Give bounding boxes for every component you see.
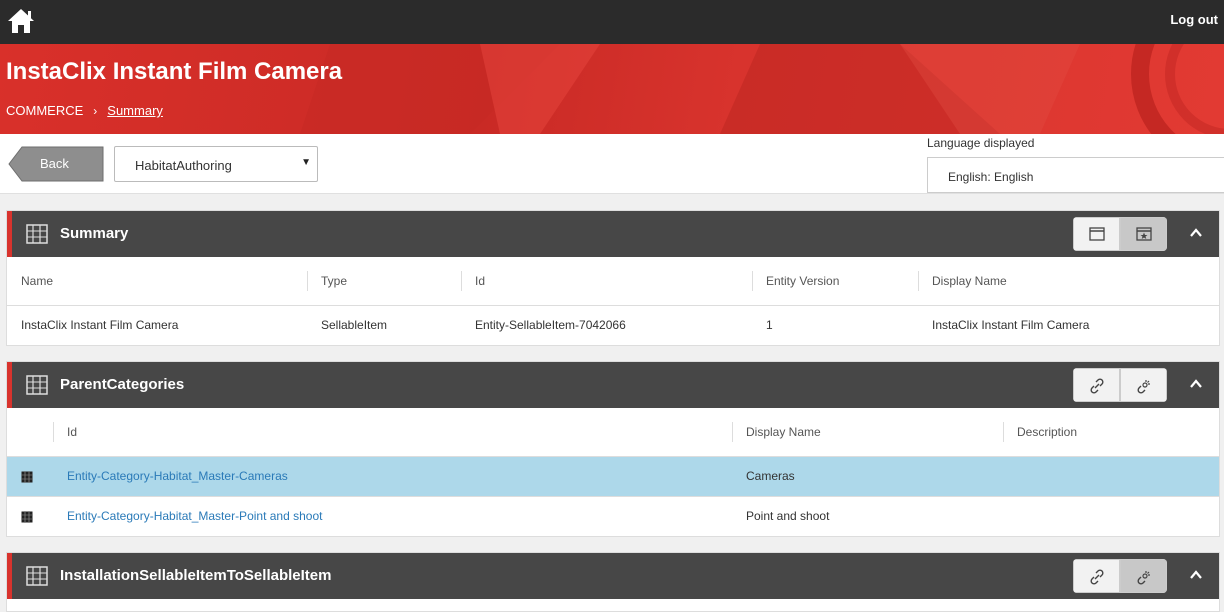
- parent-categories-panel: ParentCategories Id Display Name Descrip…: [6, 361, 1220, 537]
- table-cell: InstaClix Instant Film Camera: [21, 318, 179, 333]
- grid-icon: [26, 566, 48, 586]
- language-select[interactable]: English: English: [927, 157, 1224, 193]
- link-icon: [1090, 569, 1104, 585]
- table-row: InstaClix Instant Film Camera SellableIt…: [7, 305, 1219, 345]
- back-button-label: Back: [40, 156, 69, 171]
- summary-table: Name Type Id Entity Version Display Name…: [7, 257, 1219, 345]
- unlink-icon: [1137, 571, 1150, 585]
- breadcrumb-current[interactable]: Summary: [107, 103, 163, 118]
- summary-panel: Summary Name Type Id Entity Version Disp…: [6, 210, 1220, 346]
- installation-panel-title: InstallationSellableItemToSellableItem: [60, 567, 332, 584]
- unlink-icon: [1137, 380, 1150, 394]
- language-label: Language displayed: [927, 136, 1035, 150]
- table-cell: SellableItem: [321, 318, 388, 333]
- column-header[interactable]: Description: [1003, 408, 1219, 457]
- star-window-icon: [1136, 227, 1152, 241]
- language-select-value: English: English: [948, 170, 1034, 184]
- parent-categories-link-buttons: [1073, 368, 1167, 402]
- window-view-button[interactable]: [1073, 217, 1120, 251]
- column-header[interactable]: Type: [307, 257, 461, 306]
- installation-panel: InstallationSellableItemToSellableItem: [6, 552, 1220, 612]
- grid-icon: [26, 224, 48, 244]
- collapse-chevron-up-icon[interactable]: [1189, 568, 1203, 582]
- table-row[interactable]: Entity-Category-Habitat_Master-Point and…: [7, 495, 1219, 536]
- home-icon[interactable]: [6, 6, 36, 36]
- summary-view-toggle: [1073, 217, 1167, 251]
- category-link[interactable]: Entity-Category-Habitat_Master-Cameras: [67, 469, 288, 483]
- grid-icon: [21, 470, 33, 483]
- table-cell: 1: [766, 318, 773, 333]
- table-row[interactable]: Entity-Category-Habitat_Master-Cameras C…: [7, 456, 1219, 496]
- page-header: InstaClix Instant Film Camera COMMERCE ›…: [0, 44, 1224, 134]
- top-bar: Log out: [0, 0, 1224, 44]
- table-cell-id: Entity-Category-Habitat_Master-Cameras: [53, 456, 732, 496]
- column-header[interactable]: Display Name: [918, 257, 1219, 306]
- column-header[interactable]: Name: [7, 257, 307, 306]
- table-cell: [1003, 495, 1219, 536]
- link-button[interactable]: [1073, 368, 1120, 402]
- unlink-button[interactable]: [1120, 368, 1167, 402]
- link-button[interactable]: [1073, 559, 1120, 593]
- logout-link[interactable]: Log out: [1170, 12, 1218, 27]
- breadcrumb-root[interactable]: COMMERCE: [6, 103, 83, 118]
- column-header[interactable]: Id: [461, 257, 752, 306]
- collapse-chevron-up-icon[interactable]: [1189, 226, 1203, 240]
- column-header[interactable]: Id: [53, 408, 732, 457]
- table-cell: Entity-SellableItem-7042066: [475, 318, 626, 333]
- table-cell: InstaClix Instant Film Camera: [932, 318, 1090, 333]
- page-title: InstaClix Instant Film Camera: [6, 58, 343, 85]
- grid-icon: [21, 511, 33, 524]
- category-link[interactable]: Entity-Category-Habitat_Master-Point and…: [67, 509, 322, 523]
- parent-categories-panel-title: ParentCategories: [60, 376, 185, 393]
- unlink-button[interactable]: [1120, 559, 1167, 593]
- column-header-select: [7, 408, 53, 457]
- breadcrumb: COMMERCE › Summary: [6, 103, 163, 118]
- column-header[interactable]: Entity Version: [752, 257, 918, 306]
- row-icon-cell: [7, 495, 53, 536]
- table-cell: Cameras: [732, 456, 1003, 496]
- grid-icon: [26, 375, 48, 395]
- summary-panel-header: Summary: [7, 211, 1219, 257]
- table-header-row: Id Display Name Description: [7, 408, 1219, 457]
- window-icon: [1089, 227, 1105, 241]
- link-icon: [1090, 378, 1104, 394]
- table-cell-id: Entity-Category-Habitat_Master-Point and…: [53, 495, 732, 536]
- table-cell: [1003, 456, 1219, 496]
- installation-link-buttons: [1073, 559, 1167, 593]
- favorite-view-button[interactable]: [1120, 217, 1167, 251]
- row-icon-cell: [7, 456, 53, 496]
- table-cell: Point and shoot: [732, 495, 1003, 536]
- column-header[interactable]: Display Name: [732, 408, 1003, 457]
- back-button[interactable]: Back: [8, 146, 104, 182]
- collapse-chevron-up-icon[interactable]: [1189, 377, 1203, 391]
- parent-categories-panel-header: ParentCategories: [7, 362, 1219, 408]
- chevron-right-icon: ›: [93, 103, 98, 118]
- toolbar: Back HabitatAuthoring ▼ Language display…: [0, 134, 1224, 194]
- caret-down-icon: ▼: [301, 157, 311, 168]
- table-header-row: Name Type Id Entity Version Display Name: [7, 257, 1219, 306]
- environment-select[interactable]: HabitatAuthoring ▼: [114, 146, 318, 182]
- summary-panel-title: Summary: [60, 225, 129, 242]
- parent-categories-table: Id Display Name Description Entity-Categ…: [7, 408, 1219, 536]
- environment-select-value: HabitatAuthoring: [135, 158, 232, 173]
- installation-panel-header: InstallationSellableItemToSellableItem: [7, 553, 1219, 599]
